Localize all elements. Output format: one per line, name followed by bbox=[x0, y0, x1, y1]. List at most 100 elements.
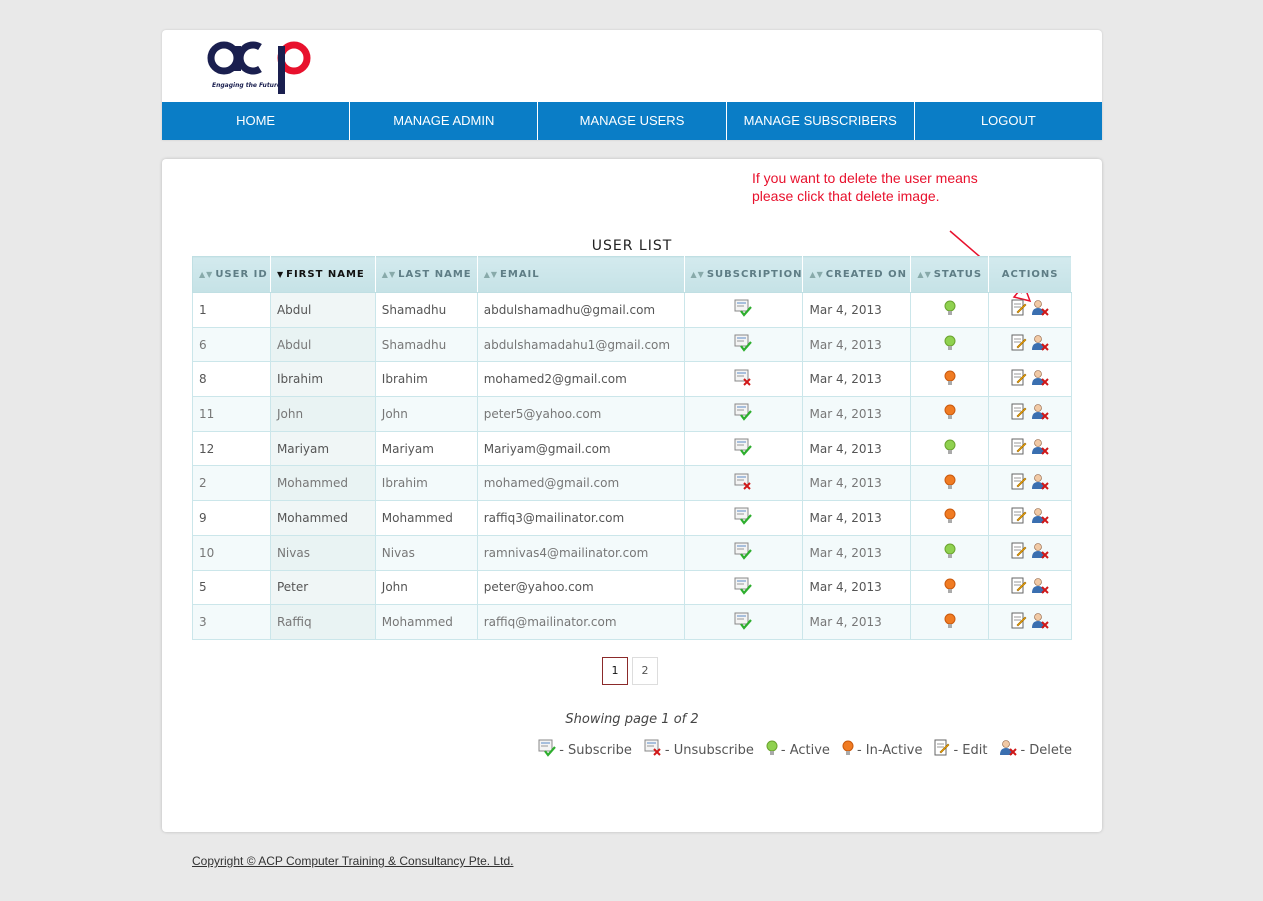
edit-icon[interactable] bbox=[1011, 299, 1027, 320]
delete-user-icon[interactable] bbox=[1031, 334, 1049, 355]
edit-icon bbox=[934, 739, 950, 761]
inactive-bulb-icon[interactable] bbox=[944, 404, 956, 423]
cell-user-id: 11 bbox=[192, 396, 271, 432]
nav-manage-users[interactable]: MANAGE USERS bbox=[538, 102, 727, 140]
cell-actions bbox=[988, 604, 1072, 640]
cell-last-name: Shamadhu bbox=[374, 326, 478, 363]
nav-manage-subscribers[interactable]: MANAGE SUBSCRIBERS bbox=[727, 102, 915, 140]
subscribe-icon[interactable] bbox=[734, 612, 753, 633]
cell-user-id: 10 bbox=[192, 534, 271, 571]
col-status[interactable]: ▲▼ STATUS bbox=[910, 256, 990, 293]
cell-created-on: Mar 4, 2013 bbox=[802, 361, 912, 398]
pagination: 1 2 bbox=[602, 657, 658, 685]
table-row: 11 John John peter5@yahoo.com Mar 4, 2013 bbox=[192, 396, 1072, 432]
edit-icon[interactable] bbox=[1011, 507, 1027, 528]
col-actions: ACTIONS bbox=[988, 256, 1072, 293]
edit-icon[interactable] bbox=[1011, 577, 1027, 598]
cell-user-id: 1 bbox=[192, 292, 271, 328]
cell-email: abdulshamadahu1@gmail.com bbox=[476, 326, 685, 363]
page-1-button[interactable]: 1 bbox=[602, 657, 628, 685]
delete-user-icon[interactable] bbox=[1031, 438, 1049, 459]
cell-subscription bbox=[683, 326, 804, 363]
delete-user-icon[interactable] bbox=[1031, 299, 1049, 320]
col-created-on[interactable]: ▲▼ CREATED ON bbox=[802, 256, 912, 293]
cell-first-name: Nivas bbox=[269, 534, 376, 571]
nav-home[interactable]: HOME bbox=[162, 102, 351, 140]
inactive-bulb-icon bbox=[842, 740, 854, 760]
subscribe-icon[interactable] bbox=[734, 438, 753, 459]
col-email[interactable]: ▲▼ EMAIL bbox=[476, 256, 685, 293]
cell-created-on: Mar 4, 2013 bbox=[802, 569, 912, 606]
cell-created-on: Mar 4, 2013 bbox=[802, 534, 912, 571]
cell-subscription bbox=[683, 292, 804, 328]
cell-subscription bbox=[683, 569, 804, 606]
cell-first-name: Raffiq bbox=[269, 604, 376, 640]
active-bulb-icon[interactable] bbox=[944, 439, 956, 458]
edit-icon[interactable] bbox=[1011, 369, 1027, 390]
cell-subscription bbox=[683, 604, 804, 640]
cell-email: raffiq@mailinator.com bbox=[476, 604, 685, 640]
cell-first-name: Peter bbox=[269, 569, 376, 606]
delete-user-icon[interactable] bbox=[1031, 473, 1049, 494]
col-subscription[interactable]: ▲▼ SUBSCRIPTION bbox=[683, 256, 804, 293]
active-bulb-icon[interactable] bbox=[944, 335, 956, 354]
cell-last-name: Nivas bbox=[374, 534, 478, 571]
cell-first-name: Abdul bbox=[269, 326, 376, 363]
edit-icon[interactable] bbox=[1011, 542, 1027, 563]
inactive-bulb-icon[interactable] bbox=[944, 370, 956, 389]
col-user-id[interactable]: ▲▼ USER ID bbox=[192, 256, 271, 293]
cell-actions bbox=[988, 361, 1072, 398]
main-nav: HOME MANAGE ADMIN MANAGE USERS MANAGE SU… bbox=[162, 102, 1102, 140]
edit-icon[interactable] bbox=[1011, 334, 1027, 355]
page-2-button[interactable]: 2 bbox=[632, 657, 658, 685]
col-last-name[interactable]: ▲▼ LAST NAME bbox=[374, 256, 478, 293]
unsubscribe-icon[interactable] bbox=[734, 369, 752, 390]
inactive-bulb-icon[interactable] bbox=[944, 508, 956, 527]
inactive-bulb-icon[interactable] bbox=[944, 578, 956, 597]
subscribe-icon[interactable] bbox=[734, 299, 753, 320]
subscribe-icon[interactable] bbox=[734, 334, 753, 355]
inactive-bulb-icon[interactable] bbox=[944, 474, 956, 493]
delete-user-icon[interactable] bbox=[1031, 577, 1049, 598]
edit-icon[interactable] bbox=[1011, 612, 1027, 633]
delete-user-icon[interactable] bbox=[1031, 369, 1049, 390]
edit-icon[interactable] bbox=[1011, 473, 1027, 494]
edit-icon[interactable] bbox=[1011, 438, 1027, 459]
cell-actions bbox=[988, 534, 1072, 571]
unsubscribe-icon[interactable] bbox=[734, 473, 752, 494]
cell-status bbox=[910, 326, 990, 363]
cell-created-on: Mar 4, 2013 bbox=[802, 430, 912, 467]
inactive-bulb-icon[interactable] bbox=[944, 613, 956, 632]
cell-created-on: Mar 4, 2013 bbox=[802, 604, 912, 640]
subscribe-icon[interactable] bbox=[734, 507, 753, 528]
edit-icon[interactable] bbox=[1011, 403, 1027, 424]
subscribe-icon bbox=[538, 739, 557, 761]
nav-logout[interactable]: LOGOUT bbox=[915, 102, 1102, 140]
cell-actions bbox=[988, 500, 1072, 536]
active-bulb-icon[interactable] bbox=[944, 543, 956, 562]
delete-user-icon[interactable] bbox=[1031, 403, 1049, 424]
active-bulb-icon[interactable] bbox=[944, 300, 956, 319]
subscribe-icon[interactable] bbox=[734, 403, 753, 424]
delete-user-icon[interactable] bbox=[1031, 507, 1049, 528]
legend-edit: - Edit bbox=[934, 739, 987, 761]
nav-manage-admin[interactable]: MANAGE ADMIN bbox=[350, 102, 539, 140]
subscribe-icon[interactable] bbox=[734, 542, 753, 563]
cell-email: Mariyam@gmail.com bbox=[476, 430, 685, 467]
col-first-name[interactable]: ▼ FIRST NAME bbox=[269, 256, 376, 293]
cell-actions bbox=[988, 326, 1072, 363]
cell-subscription bbox=[683, 430, 804, 467]
cell-actions bbox=[988, 569, 1072, 606]
copyright-link[interactable]: Copyright © ACP Computer Training & Cons… bbox=[192, 854, 513, 868]
acp-logo: Engaging the Future bbox=[206, 36, 316, 96]
table-header-row: ▲▼ USER ID ▼ FIRST NAME ▲▼ LAST NAME ▲▼ EMAI… bbox=[192, 256, 1072, 293]
delete-user-icon[interactable] bbox=[1031, 612, 1049, 633]
cell-user-id: 8 bbox=[192, 361, 271, 398]
cell-created-on: Mar 4, 2013 bbox=[802, 500, 912, 536]
cell-actions bbox=[988, 396, 1072, 432]
cell-email: ramnivas4@mailinator.com bbox=[476, 534, 685, 571]
delete-user-icon[interactable] bbox=[1031, 542, 1049, 563]
cell-created-on: Mar 4, 2013 bbox=[802, 326, 912, 363]
cell-email: peter5@yahoo.com bbox=[476, 396, 685, 432]
subscribe-icon[interactable] bbox=[734, 577, 753, 598]
